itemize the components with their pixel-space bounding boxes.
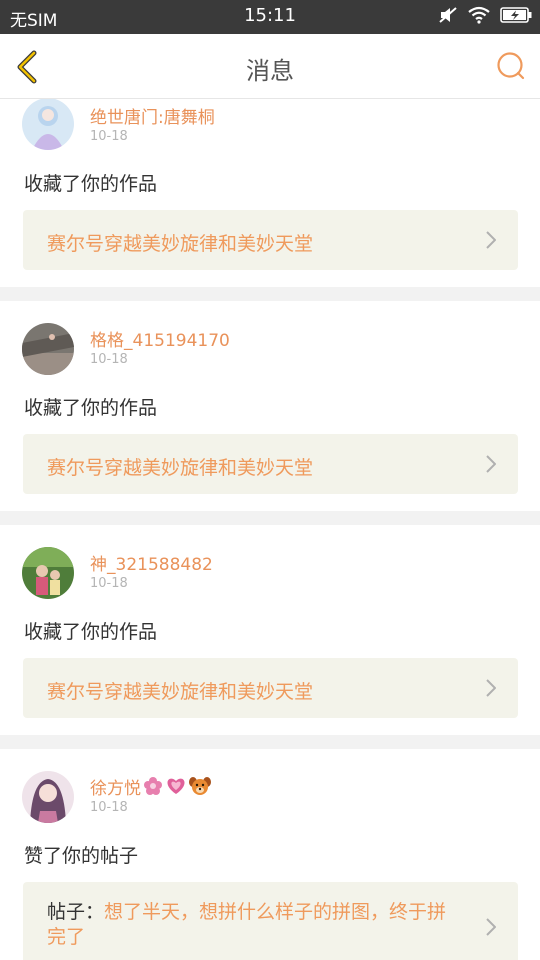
message-date: 10-18: [90, 129, 128, 144]
action-text: 收藏了你的作品: [24, 173, 158, 195]
work-title: 赛尔号穿越美妙旋律和美妙天堂: [47, 457, 314, 479]
battery-charging-icon: [500, 7, 532, 27]
wifi-icon: [468, 6, 490, 28]
work-link[interactable]: 赛尔号穿越美妙旋律和美妙天堂: [23, 658, 518, 718]
post-prefix: 帖子：: [47, 901, 105, 923]
message-date: 10-18: [90, 576, 128, 591]
divider: [0, 735, 540, 749]
avatar[interactable]: [22, 771, 74, 823]
action-text: 收藏了你的作品: [24, 397, 158, 419]
status-bar: 无SIM 15:11: [0, 0, 540, 34]
list-item: 绝世唐门:唐舞桐 10-18 收藏了你的作品 赛尔号穿越美妙旋律和美妙天堂: [0, 99, 540, 287]
action-text: 赞了你的帖子: [24, 845, 139, 867]
mute-icon: [438, 6, 458, 28]
search-icon: [497, 52, 525, 80]
page-title: 消息: [246, 57, 294, 85]
post-title: 想了半天，想拼什么样子的拼图，终于拼完了: [47, 901, 447, 948]
chevron-right-icon: [486, 679, 496, 697]
work-link[interactable]: 赛尔号穿越美妙旋律和美妙天堂: [23, 434, 518, 494]
username-text: 徐方悦: [90, 779, 141, 799]
flower-icon: [143, 776, 163, 801]
chevron-right-icon: [486, 918, 496, 936]
username[interactable]: 徐方悦: [90, 774, 211, 801]
username[interactable]: 格格_415194170: [90, 326, 230, 351]
chevron-right-icon: [486, 455, 496, 473]
search-button[interactable]: [496, 51, 526, 81]
post-link[interactable]: 帖子：想了半天，想拼什么样子的拼图，终于拼完了: [23, 882, 518, 960]
username[interactable]: 绝世唐门:唐舞桐: [90, 103, 215, 128]
action-text: 收藏了你的作品: [24, 621, 158, 643]
username[interactable]: 神_321588482: [90, 550, 213, 575]
message-list[interactable]: 绝世唐门:唐舞桐 10-18 收藏了你的作品 赛尔号穿越美妙旋律和美妙天堂 格格…: [0, 99, 540, 960]
message-date: 10-18: [90, 352, 128, 367]
work-title: 赛尔号穿越美妙旋律和美妙天堂: [47, 233, 314, 255]
chevron-right-icon: [486, 231, 496, 249]
nav-bar: 消息: [0, 34, 540, 99]
post-excerpt: 帖子：想了半天，想拼什么样子的拼图，终于拼完了: [47, 900, 462, 950]
list-item: 格格_415194170 10-18 收藏了你的作品 赛尔号穿越美妙旋律和美妙天…: [0, 301, 540, 511]
heart-icon: [165, 776, 187, 801]
dog-icon: [189, 776, 211, 801]
avatar[interactable]: [22, 323, 74, 375]
avatar[interactable]: [22, 547, 74, 599]
work-title: 赛尔号穿越美妙旋律和美妙天堂: [47, 681, 314, 703]
message-date: 10-18: [90, 800, 128, 815]
work-link[interactable]: 赛尔号穿越美妙旋律和美妙天堂: [23, 210, 518, 270]
divider: [0, 511, 540, 525]
avatar[interactable]: [22, 99, 74, 150]
divider: [0, 287, 540, 301]
list-item: 徐方悦 10-18 赞了你的帖子 帖子：想了半天，想拼什么样子的拼图，终于拼完了: [0, 749, 540, 960]
list-item: 神_321588482 10-18 收藏了你的作品 赛尔号穿越美妙旋律和美妙天堂: [0, 525, 540, 735]
